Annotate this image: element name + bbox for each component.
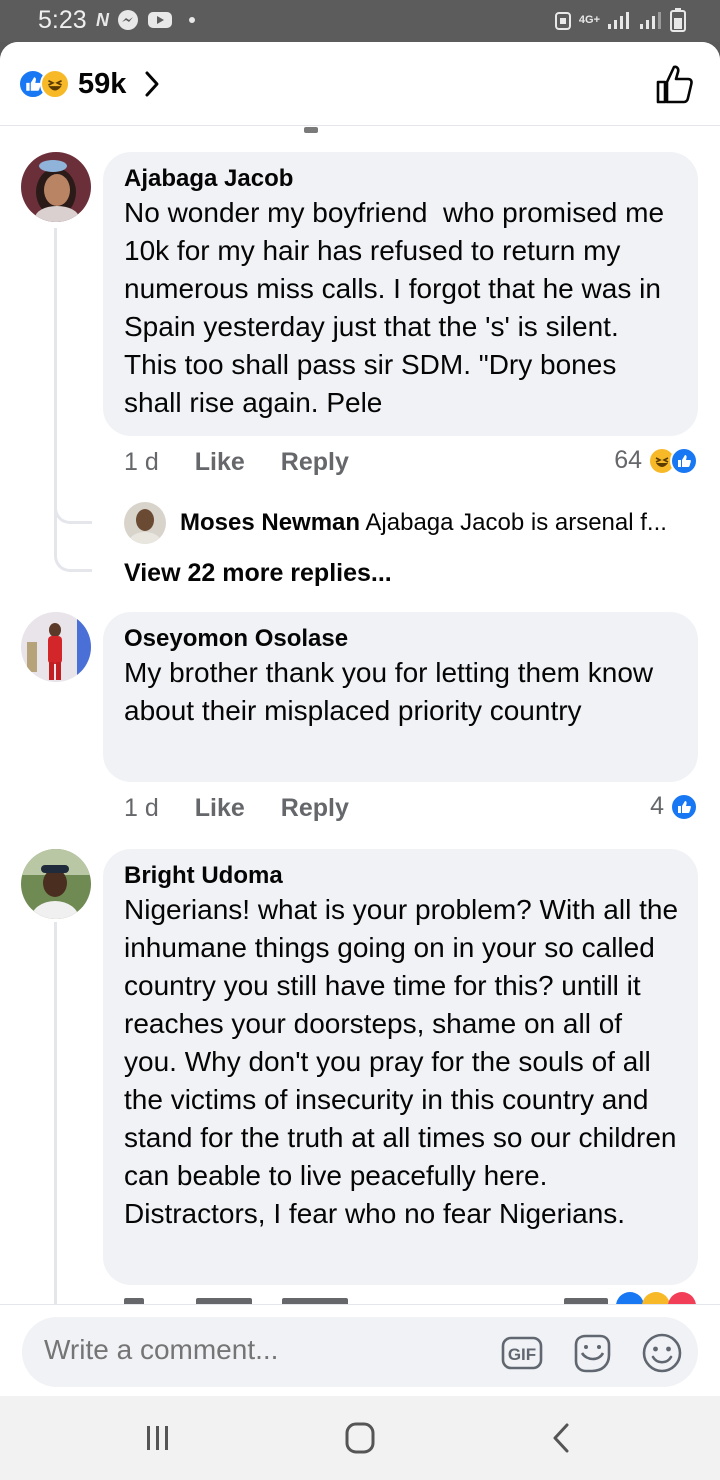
comment-meta: 1 d Like Reply: [124, 448, 349, 477]
haha-icon: [40, 69, 70, 99]
avatar-photo-moses: [124, 502, 166, 544]
emoji-icon[interactable]: [640, 1331, 684, 1375]
comment-author[interactable]: Oseyomon Osolase: [124, 624, 678, 654]
youtube-icon: [148, 12, 172, 28]
status-notification-icons: N: [96, 9, 195, 31]
comment-list[interactable]: Ajabaga Jacob No wonder my boyfriend who…: [0, 42, 720, 1306]
reply-avatar[interactable]: [124, 502, 166, 544]
like-post-button[interactable]: [654, 62, 694, 106]
comment-bubble[interactable]: Oseyomon Osolase My brother thank you fo…: [103, 612, 698, 782]
system-nav-bar: [0, 1396, 720, 1480]
recents-button[interactable]: [138, 1420, 178, 1456]
view-more-replies[interactable]: View 22 more replies...: [124, 559, 392, 588]
gif-icon[interactable]: GIF: [500, 1331, 544, 1375]
comment-text: My brother thank you for letting them kn…: [124, 657, 661, 726]
thread-line: [54, 922, 57, 1304]
comment-author[interactable]: Bright Udoma: [124, 861, 678, 891]
reaction-summary[interactable]: 59k: [18, 64, 160, 104]
reaction-count[interactable]: 4: [650, 792, 698, 821]
comment-composer-bar: GIF: [0, 1304, 720, 1396]
comment-time[interactable]: 1 d: [124, 448, 159, 477]
comment-text: Nigerians! what is your problem? With al…: [124, 894, 686, 1229]
thread-elbow-more: [54, 512, 92, 572]
reply-snippet: Ajabaga Jacob is arsenal f...: [365, 509, 667, 536]
truncated-text: [270, 127, 350, 137]
messenger-icon: [118, 10, 138, 30]
reaction-total: 59k: [78, 67, 127, 100]
avatar-photo-bright: [21, 849, 91, 919]
like-button[interactable]: Like: [195, 448, 245, 477]
dot-icon: [189, 17, 195, 23]
avatar[interactable]: [21, 152, 91, 222]
reaction-count-number: 64: [614, 446, 642, 474]
comment-author[interactable]: Ajabaga Jacob: [124, 164, 678, 194]
chevron-right-icon: [145, 71, 159, 97]
like-icon: [670, 446, 698, 475]
comment-input[interactable]: [44, 1334, 464, 1366]
avatar-photo-oseyomon: [21, 612, 91, 682]
avatar[interactable]: [21, 612, 91, 682]
network-type: 4G+: [578, 14, 600, 26]
battery-icon: [670, 8, 686, 32]
comments-sheet: Ajabaga Jacob No wonder my boyfriend who…: [0, 42, 720, 1396]
reaction-count[interactable]: 64: [614, 446, 698, 475]
comment-text: No wonder my boyfriend who promised me 1…: [124, 197, 672, 418]
reaction-count-number: 4: [650, 792, 664, 820]
reply-button[interactable]: Reply: [281, 794, 349, 823]
reply-button[interactable]: Reply: [281, 448, 349, 477]
avatar-photo-ajabaga: [21, 152, 91, 222]
gif-label: GIF: [508, 1345, 536, 1364]
reactions-header: 59k: [0, 42, 720, 126]
n-icon: N: [96, 9, 109, 30]
back-button[interactable]: [542, 1420, 582, 1456]
status-system-icons: 4G+: [553, 8, 686, 32]
reply-preview[interactable]: Moses Newman Ajabaga Jacob is arsenal f.…: [124, 501, 704, 545]
comment-meta: 1 d Like Reply: [124, 794, 349, 823]
comment-composer[interactable]: GIF: [22, 1317, 698, 1387]
status-bar: 5:23 N 4G+: [0, 0, 720, 42]
comment-time[interactable]: 1 d: [124, 794, 159, 823]
signal-icon: [608, 12, 629, 29]
avatar[interactable]: [21, 849, 91, 919]
status-time: 5:23: [38, 6, 87, 34]
like-icon: [670, 792, 698, 821]
comment-bubble[interactable]: Ajabaga Jacob No wonder my boyfriend who…: [103, 152, 698, 436]
sticker-icon[interactable]: [570, 1331, 614, 1375]
comment-bubble[interactable]: Bright Udoma Nigerians! what is your pro…: [103, 849, 698, 1285]
signal-icon-2: [640, 12, 661, 29]
alarm-icon: [554, 12, 571, 30]
reply-text: Moses Newman Ajabaga Jacob is arsenal f.…: [180, 509, 696, 537]
home-button[interactable]: [340, 1420, 380, 1456]
like-button[interactable]: Like: [195, 794, 245, 823]
reply-author[interactable]: Moses Newman: [180, 509, 360, 536]
